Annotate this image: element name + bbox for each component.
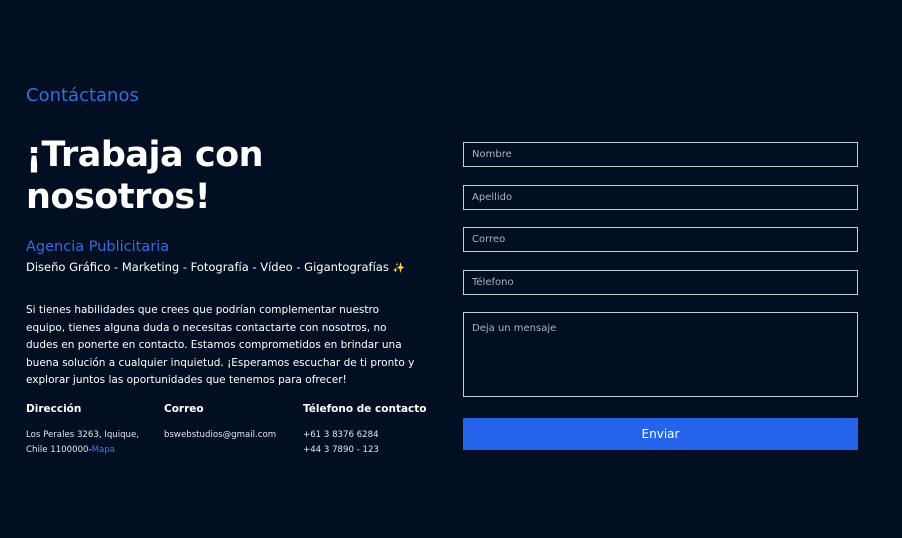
agency-name: Agencia Publicitaria — [26, 239, 170, 255]
name-input[interactable] — [463, 142, 858, 167]
address-text: Los Perales 3263, Iquique, Chile 1100000… — [26, 428, 139, 457]
message-textarea[interactable] — [463, 312, 858, 397]
address-title: Dirección — [26, 403, 82, 415]
contact-info-section: Contáctanos ¡Trabaja con nosotros! Agenc… — [26, 84, 427, 455]
section-label: Contáctanos — [26, 85, 139, 106]
email-column: Correo bswebstudios@gmail.com — [164, 402, 276, 443]
phone-text: +61 3 8376 6284 +44 3 7890 - 123 — [303, 428, 427, 457]
submit-button[interactable]: Enviar — [463, 418, 858, 450]
intro-paragraph: Si tienes habilidades que crees que podr… — [26, 304, 415, 386]
services-line: Diseño Gráfico - Marketing - Fotografía … — [26, 259, 426, 277]
phone-title: Télefono de contacto — [303, 403, 427, 415]
phone-column: Télefono de contacto +61 3 8376 6284 +44… — [303, 402, 427, 457]
phone-number-1: +61 3 8376 6284 — [303, 430, 379, 440]
services-text: Diseño Gráfico - Marketing - Fotografía … — [26, 260, 389, 274]
lastname-input[interactable] — [463, 185, 858, 210]
sparkles-icon: ✨ — [392, 263, 405, 274]
email-title: Correo — [164, 403, 204, 415]
phone-number-2: +44 3 7890 - 123 — [303, 444, 379, 455]
contact-page: Contáctanos ¡Trabaja con nosotros! Agenc… — [0, 0, 902, 538]
email-input[interactable] — [463, 227, 858, 252]
address-column: Dirección Los Perales 3263, Iquique, Chi… — [26, 402, 139, 457]
address-line1: Los Perales 3263, Iquique, — [26, 430, 140, 440]
phone-input[interactable] — [463, 270, 858, 295]
map-link[interactable]: Mapa — [92, 445, 115, 455]
page-title: ¡Trabaja con nosotros! — [26, 135, 264, 217]
address-line2: Chile 1100000- — [26, 444, 92, 455]
email-text: bswebstudios@gmail.com — [164, 430, 277, 440]
